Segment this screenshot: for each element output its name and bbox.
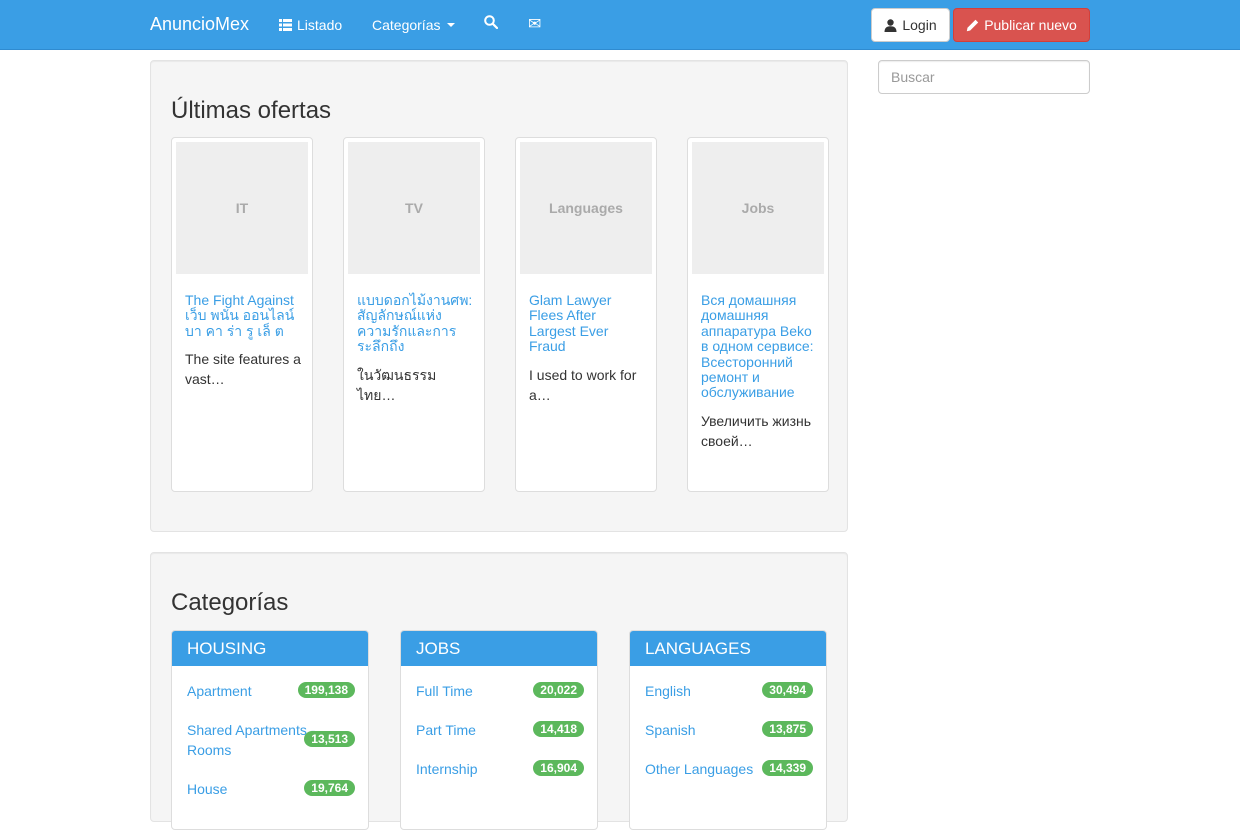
category-panel-jobs: JOBS Full Time 20,022 Part Time 14,418 I… [400,630,598,830]
search-icon [484,15,498,29]
offer-description: ในวัฒนธรรมไทย… [357,367,437,403]
nav-categorias-label: Categorías [372,17,441,33]
category-item: Spanish 13,875 [645,720,813,740]
count-badge: 16,904 [533,760,584,776]
category-link[interactable]: Other Languages [645,759,775,779]
nav-search[interactable] [484,15,498,29]
category-link[interactable]: English [645,681,775,701]
offer-description: I used to work for a… [529,367,637,403]
offer-image[interactable]: Jobs [692,142,824,274]
offer-title-link[interactable]: แบบดอกไม้งานศพ: สัญลักษณ์แห่งความรักและก… [357,292,473,355]
brand-logo[interactable]: AnuncioMex [150,14,249,35]
top-navbar: AnuncioMex Listado Categorías ✉ Login Pu [0,0,1240,50]
category-item: Part Time 14,418 [416,720,584,740]
offer-title-link[interactable]: The Fight Against เว็บ พนัน ออนไลน์ บา ค… [185,292,301,339]
category-item: House 19,764 [187,779,355,799]
nav-listado[interactable]: Listado [279,17,342,33]
category-item: Apartment 199,138 [187,681,355,701]
category-heading[interactable]: HOUSING [172,631,368,666]
publish-label: Publicar nuevo [984,17,1077,33]
offer-image[interactable]: Languages [520,142,652,274]
pencil-icon [966,19,979,31]
category-heading[interactable]: JOBS [401,631,597,666]
category-item: Other Languages 14,339 [645,759,813,779]
nav-categorias-dropdown[interactable]: Categorías [372,17,456,33]
search-input[interactable] [878,60,1090,94]
offer-image[interactable]: TV [348,142,480,274]
offer-card: IT The Fight Against เว็บ พนัน ออนไลน์ บ… [171,137,313,492]
login-button[interactable]: Login [871,8,950,42]
offer-title-link[interactable]: Glam Lawyer Flees After Largest Ever Fra… [529,292,645,355]
login-label: Login [902,17,937,33]
count-badge: 14,339 [762,760,813,776]
category-item: Shared Apartments - Rooms 13,513 [187,720,355,760]
category-link[interactable]: Shared Apartments - Rooms [187,720,317,760]
count-badge: 20,022 [533,682,584,698]
count-badge: 13,875 [762,721,813,737]
publish-button[interactable]: Publicar nuevo [953,8,1090,42]
category-link[interactable]: Part Time [416,720,546,740]
offer-image[interactable]: IT [176,142,308,274]
count-badge: 19,764 [304,780,355,796]
offer-card: TV แบบดอกไม้งานศพ: สัญลักษณ์แห่งความรักแ… [343,137,485,492]
latest-offers-section: Últimas ofertas IT The Fight Against เว็… [150,60,848,532]
count-badge: 30,494 [762,682,813,698]
category-link[interactable]: House [187,779,317,799]
offer-card: Languages Glam Lawyer Flees After Larges… [515,137,657,492]
count-badge: 199,138 [297,682,355,698]
offer-card: Jobs Вся домашняя домашняя аппаратура Be… [687,137,829,492]
envelope-icon: ✉ [528,16,542,33]
category-link[interactable]: Spanish [645,720,775,740]
category-panel-languages: LANGUAGES English 30,494 Spanish 13,875 … [629,630,827,830]
category-link[interactable]: Full Time [416,681,546,701]
count-badge: 14,418 [533,721,584,737]
category-panel-housing: HOUSING Apartment 199,138 Shared Apartme… [171,630,369,830]
category-item: English 30,494 [645,681,813,701]
latest-offers-title: Últimas ofertas [171,97,332,124]
user-icon [884,18,897,32]
category-heading[interactable]: LANGUAGES [630,631,826,666]
category-item: Internship 16,904 [416,759,584,779]
offer-title-link[interactable]: Вся домашняя домашняя аппаратура Beko в … [701,292,817,401]
categories-title: Categorías [171,589,289,616]
offer-description: Увеличить жизнь своей… [701,413,812,449]
nav-contact[interactable]: ✉ [528,14,541,34]
category-link[interactable]: Internship [416,759,546,779]
nav-listado-label: Listado [297,17,343,33]
category-item: Full Time 20,022 [416,681,584,701]
offer-description: The site features a vast… [185,351,301,387]
caret-down-icon [447,23,456,27]
count-badge: 13,513 [304,731,355,747]
list-icon [279,19,292,31]
categories-section: Categorías HOUSING Apartment 199,138 Sha… [150,552,848,830]
